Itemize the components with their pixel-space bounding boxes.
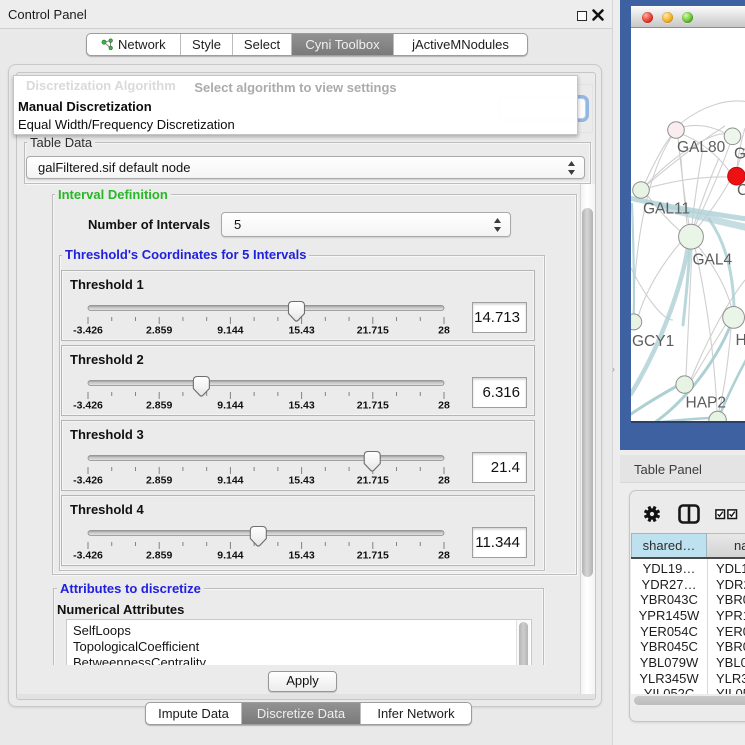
- svg-text:28: 28: [438, 325, 450, 337]
- svg-text:-3.426: -3.426: [73, 550, 103, 562]
- svg-text:9.144: 9.144: [217, 550, 243, 562]
- svg-text:HAP2: HAP2: [686, 395, 727, 412]
- svg-text:28: 28: [438, 475, 450, 487]
- svg-text:-3.426: -3.426: [73, 475, 103, 487]
- svg-text:GA: GA: [734, 146, 745, 163]
- svg-text:28: 28: [438, 550, 450, 562]
- svg-text:15.43: 15.43: [288, 400, 314, 412]
- svg-text:C: C: [737, 182, 745, 199]
- svg-text:GAL4: GAL4: [693, 252, 733, 269]
- svg-text:2.859: 2.859: [146, 400, 172, 412]
- svg-text:GAL80: GAL80: [677, 139, 726, 156]
- svg-text:9.144: 9.144: [217, 400, 243, 412]
- svg-text:9.144: 9.144: [217, 325, 243, 337]
- svg-text:21.715: 21.715: [357, 475, 389, 487]
- svg-text:15.43: 15.43: [288, 550, 314, 562]
- svg-text:2.859: 2.859: [146, 475, 172, 487]
- svg-text:21.715: 21.715: [357, 325, 389, 337]
- svg-text:-3.426: -3.426: [73, 325, 103, 337]
- svg-text:15.43: 15.43: [288, 475, 314, 487]
- svg-text:GCY1: GCY1: [632, 333, 674, 350]
- svg-text:2.859: 2.859: [146, 325, 172, 337]
- svg-text:21.715: 21.715: [357, 400, 389, 412]
- svg-text:28: 28: [438, 400, 450, 412]
- svg-text:15.43: 15.43: [288, 325, 314, 337]
- svg-text:21.715: 21.715: [357, 550, 389, 562]
- svg-text:9.144: 9.144: [217, 475, 243, 487]
- svg-text:H: H: [736, 332, 745, 349]
- svg-text:GAL11: GAL11: [643, 201, 690, 218]
- svg-text:2.859: 2.859: [146, 550, 172, 562]
- svg-text:-3.426: -3.426: [73, 400, 103, 412]
